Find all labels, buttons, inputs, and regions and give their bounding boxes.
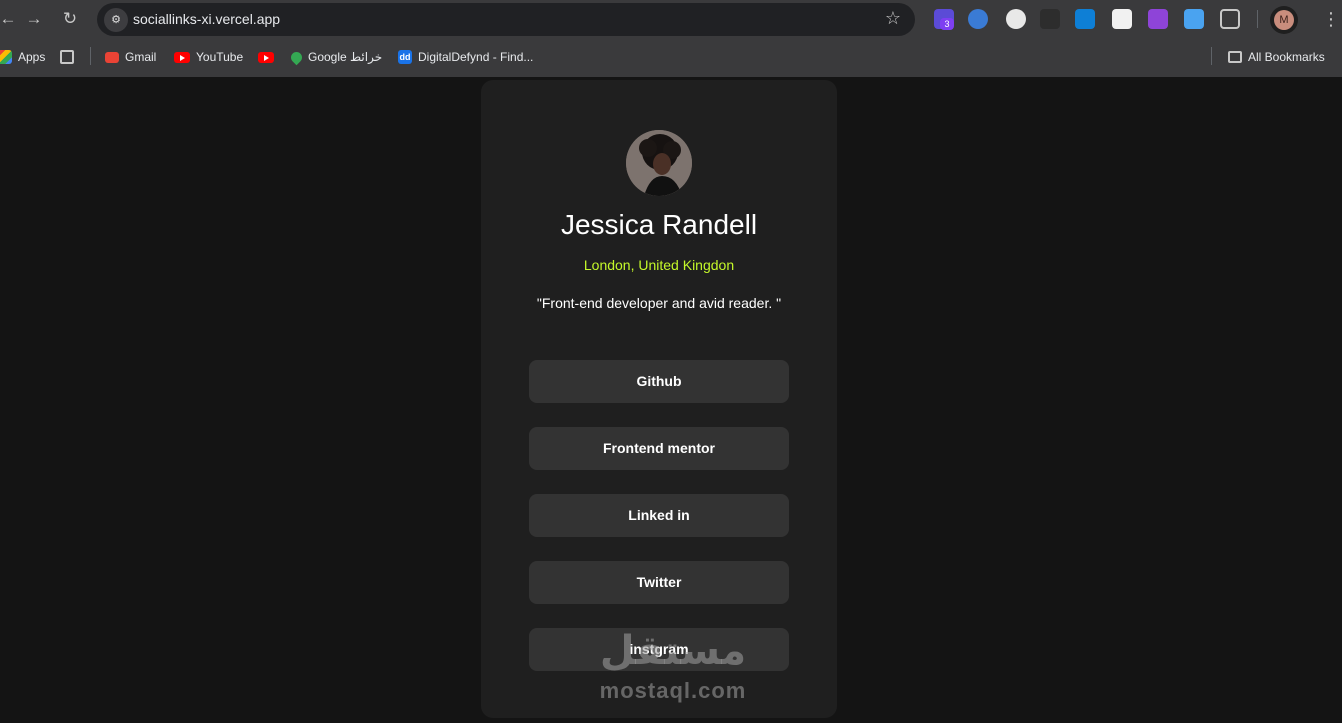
bookmark-youtube[interactable]: YouTube [174, 48, 243, 66]
gmail-icon [105, 51, 119, 63]
bookmark-youtube-2[interactable] [258, 48, 274, 66]
extensions-puzzle-icon[interactable] [1220, 9, 1240, 29]
profile-bio: "Front-end developer and avid reader. " [536, 295, 782, 311]
browser-chrome: ← → ↻ ⚙ sociallinks-xi.vercel.app ☆ 3 M … [0, 0, 1342, 77]
toolbar-divider [1257, 10, 1258, 28]
youtube-icon [174, 51, 190, 63]
bookmark-digitaldefynd[interactable]: dd DigitalDefynd - Find... [398, 48, 533, 66]
address-bar[interactable]: ⚙ sociallinks-xi.vercel.app ☆ [97, 3, 915, 36]
vscode-icon[interactable] [1075, 9, 1095, 29]
watermark-english: mostaql.com [599, 678, 747, 703]
mostaql-watermark: مستقل mostaql.com [588, 628, 758, 708]
dd-icon: dd [398, 50, 412, 64]
linkedin-link-button[interactable]: Linked in [529, 494, 789, 537]
profile-photo-image [626, 130, 692, 196]
grid-icon [60, 50, 74, 64]
reload-icon[interactable]: ↻ [58, 7, 82, 31]
profile-initial: M [1274, 10, 1294, 30]
extension-adblock-icon[interactable] [1006, 9, 1026, 29]
extension-t-icon[interactable] [1112, 9, 1132, 29]
twitter-link-button[interactable]: Twitter [529, 561, 789, 604]
profile-name: Jessica Randell [560, 209, 758, 240]
forward-icon[interactable]: → [22, 7, 46, 31]
extension-globe-icon[interactable] [968, 9, 988, 29]
extension-docs-icon[interactable] [1184, 9, 1204, 29]
bookmark-label: YouTube [196, 50, 244, 64]
frontend-mentor-link-button[interactable]: Frontend mentor [529, 427, 789, 470]
watermark-arabic: مستقل [599, 628, 747, 674]
all-bookmarks-label: All Bookmarks [1248, 50, 1325, 64]
bookmark-gmail[interactable]: Gmail [105, 48, 156, 66]
site-info-icon[interactable]: ⚙ [104, 8, 128, 32]
extension-badge: 3 [940, 18, 954, 30]
all-bookmarks[interactable]: All Bookmarks [1228, 48, 1325, 66]
bookmark-star-icon[interactable]: ☆ [885, 8, 901, 29]
bookmarks-divider-right [1211, 47, 1212, 65]
browser-toolbar: ← → ↻ ⚙ sociallinks-xi.vercel.app ☆ 3 M … [0, 0, 1342, 38]
bookmark-grid[interactable] [60, 48, 74, 66]
bookmark-apps[interactable]: Apps [0, 48, 45, 66]
extension-v-icon[interactable] [1148, 9, 1168, 29]
back-icon[interactable]: ← [0, 7, 20, 31]
bookmark-label: Google خرائط [308, 50, 383, 64]
profile-avatar[interactable]: M [1270, 6, 1298, 34]
profile-card: Jessica Randell London, United Kingdon "… [481, 80, 837, 718]
bookmarks-divider [90, 47, 91, 65]
bookmark-google-maps[interactable]: Google خرائط [288, 48, 383, 66]
apps-grid-icon [0, 50, 12, 64]
github-link-button[interactable]: Github [529, 360, 789, 403]
url-text[interactable]: sociallinks-xi.vercel.app [133, 11, 280, 27]
profile-photo [626, 130, 692, 196]
page-viewport: Jessica Randell London, United Kingdon "… [0, 77, 1342, 723]
menu-kebab-icon[interactable]: ⋮ [1322, 9, 1340, 30]
bookmark-label: Gmail [125, 50, 157, 64]
eyedropper-icon[interactable] [1040, 9, 1060, 29]
bookmark-label: DigitalDefynd - Find... [418, 50, 534, 64]
maps-pin-icon [288, 49, 305, 65]
youtube-icon [258, 51, 274, 63]
bookmarks-bar: Apps Gmail YouTube Google خرائط dd Digit… [0, 38, 1342, 77]
folder-icon [1228, 51, 1242, 63]
profile-location: London, United Kingdon [583, 257, 735, 273]
bookmark-label: Apps [18, 50, 46, 64]
